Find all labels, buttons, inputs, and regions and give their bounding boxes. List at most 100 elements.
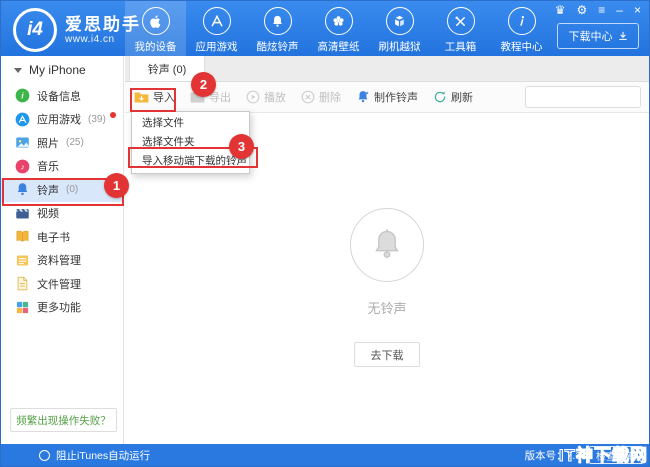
device-name: My iPhone: [29, 63, 86, 77]
close-icon[interactable]: ×: [634, 3, 641, 17]
empty-state: 无铃声 去下载: [125, 208, 649, 367]
info-icon: [508, 7, 536, 35]
delete-button[interactable]: 删除: [301, 89, 341, 105]
nav-tab-tutorial-center[interactable]: 教程中心: [491, 1, 552, 56]
more-grid-icon: [14, 299, 30, 315]
sidebar-item-count: (39): [88, 114, 106, 125]
info-green-icon: i: [14, 88, 30, 104]
sidebar-item-label: 设备信息: [37, 88, 81, 104]
nav-tab-apps-games[interactable]: 应用游戏: [186, 1, 247, 56]
sidebar-item-label: 更多功能: [37, 299, 81, 315]
toolbar-label: 制作铃声: [374, 89, 418, 105]
sidebar-item-label: 铃声: [37, 182, 59, 198]
nav-tab-flash-jailbreak[interactable]: 刷机越狱: [369, 1, 430, 56]
play-circle-icon: [246, 90, 260, 104]
appstore-icon: [203, 7, 231, 35]
sidebar-item-file-manage[interactable]: 文件管理: [1, 272, 123, 296]
nav-tab-cool-ringtones[interactable]: 酷炫铃声: [247, 1, 308, 56]
content-tabstrip: 铃声 (0): [125, 56, 649, 82]
sidebar-item-music[interactable]: ♪ 音乐: [1, 155, 123, 179]
status-bar: 阻止iTunes自动运行 版本号：7.37 检查更新: [1, 444, 649, 466]
sidebar-item-device-info[interactable]: i 设备信息: [1, 84, 123, 108]
sidebar-item-label: 应用游戏: [37, 111, 81, 127]
go-download-button[interactable]: 去下载: [354, 342, 420, 367]
download-center-button[interactable]: 下载中心: [557, 23, 639, 49]
vip-crown-icon[interactable]: ♛: [555, 3, 566, 17]
settings-gear-icon[interactable]: ⚙: [577, 3, 588, 17]
sidebar-item-label: 视频: [37, 205, 59, 221]
menu-icon[interactable]: ≡: [598, 3, 605, 17]
sidebar-item-photos[interactable]: 照片 (25): [1, 131, 123, 155]
toolbox-icon: [447, 7, 475, 35]
i4-logo-icon: i4: [13, 8, 57, 52]
file-manage-icon: [14, 276, 30, 292]
delete-circle-icon: [301, 90, 315, 104]
sidebar-item-label: 音乐: [37, 158, 59, 174]
video-icon: [14, 205, 30, 221]
check-update-button[interactable]: 检查更新: [589, 446, 643, 464]
nav-tab-label: 工具箱: [445, 39, 477, 54]
import-button[interactable]: 导入: [134, 89, 175, 105]
export-folder-icon: [190, 91, 205, 104]
nav-tab-hd-wallpapers[interactable]: 高清壁纸: [308, 1, 369, 56]
nav-tab-label: 应用游戏: [196, 39, 238, 54]
window-controls: ♛ ⚙ ≡ – ×: [555, 3, 641, 17]
main-content: 铃声 (0) 导入 导出 播放 删除 制作铃声: [125, 56, 649, 444]
refresh-icon: [433, 90, 447, 104]
chevron-down-icon: [14, 68, 22, 73]
apple-icon: [142, 7, 170, 35]
sidebar-item-data-manage[interactable]: 资料管理: [1, 249, 123, 273]
search-input[interactable]: [526, 89, 650, 105]
sidebar-item-ebooks[interactable]: 电子书: [1, 225, 123, 249]
download-center-label: 下载中心: [569, 28, 613, 44]
toolbar-label: 刷新: [451, 89, 473, 105]
make-ringtone-bell-icon: [356, 90, 370, 104]
refresh-button[interactable]: 刷新: [433, 89, 473, 105]
wallpaper-icon: [325, 7, 353, 35]
play-button[interactable]: 播放: [246, 89, 286, 105]
header-bar: i4 爱思助手 www.i4.cn 我的设备 应用游戏: [1, 1, 649, 56]
version-label: 版本号：7.37: [525, 448, 587, 463]
jailbreak-icon: [386, 7, 414, 35]
tab-ringtones[interactable]: 铃声 (0): [129, 56, 205, 81]
search-box: [525, 86, 641, 108]
main-nav: 我的设备 应用游戏 酷炫铃声 高清壁纸: [125, 1, 552, 56]
toolbar-label: 播放: [264, 89, 286, 105]
make-ringtone-button[interactable]: 制作铃声: [356, 89, 418, 105]
nav-tab-label: 教程中心: [501, 39, 543, 54]
bell-gray-icon: [370, 228, 404, 262]
ringtone-toolbar: 导入 导出 播放 删除 制作铃声 刷新: [125, 82, 649, 113]
menu-item-import-mobile-ringtones[interactable]: 导入移动端下载的铃声: [132, 152, 249, 171]
photo-icon: [14, 135, 30, 151]
minimize-icon[interactable]: –: [616, 3, 623, 17]
download-arrow-icon: [618, 31, 628, 41]
sidebar: My iPhone i 设备信息 应用游戏 (39) 照片 (25) ♪ 音乐 …: [1, 56, 124, 444]
empty-state-text: 无铃声: [367, 298, 406, 317]
bell-icon: [264, 7, 292, 35]
svg-text:♪: ♪: [20, 162, 24, 171]
sidebar-item-more-features[interactable]: 更多功能: [1, 296, 123, 320]
nav-tab-my-device[interactable]: 我的设备: [125, 1, 186, 56]
sidebar-item-label: 照片: [37, 135, 59, 151]
app-window: i4 爱思助手 www.i4.cn 我的设备 应用游戏: [0, 0, 650, 467]
appstore-blue-icon: [14, 111, 30, 127]
nav-tab-label: 高清壁纸: [318, 39, 360, 54]
sidebar-item-apps-games[interactable]: 应用游戏 (39): [1, 108, 123, 132]
operation-failure-help-button[interactable]: 频繁出现操作失败？: [10, 408, 117, 432]
sidebar-item-videos[interactable]: 视频: [1, 202, 123, 226]
itunes-toggle-radio[interactable]: [39, 450, 50, 461]
toolbar-label: 删除: [319, 89, 341, 105]
sidebar-item-label: 文件管理: [37, 276, 81, 292]
device-selector[interactable]: My iPhone: [1, 56, 123, 84]
notification-dot: [110, 112, 116, 118]
menu-item-select-file[interactable]: 选择文件: [132, 114, 249, 133]
nav-tab-label: 我的设备: [135, 39, 177, 54]
sidebar-item-ringtones[interactable]: 铃声 (0): [1, 178, 123, 202]
music-icon: ♪: [14, 158, 30, 174]
toolbar-label: 导出: [209, 89, 231, 105]
nav-tab-toolbox[interactable]: 工具箱: [430, 1, 491, 56]
export-button[interactable]: 导出: [190, 89, 231, 105]
sidebar-item-count: (0): [66, 184, 78, 195]
menu-item-select-folder[interactable]: 选择文件夹: [132, 133, 249, 152]
toolbar-label: 导入: [153, 89, 175, 105]
